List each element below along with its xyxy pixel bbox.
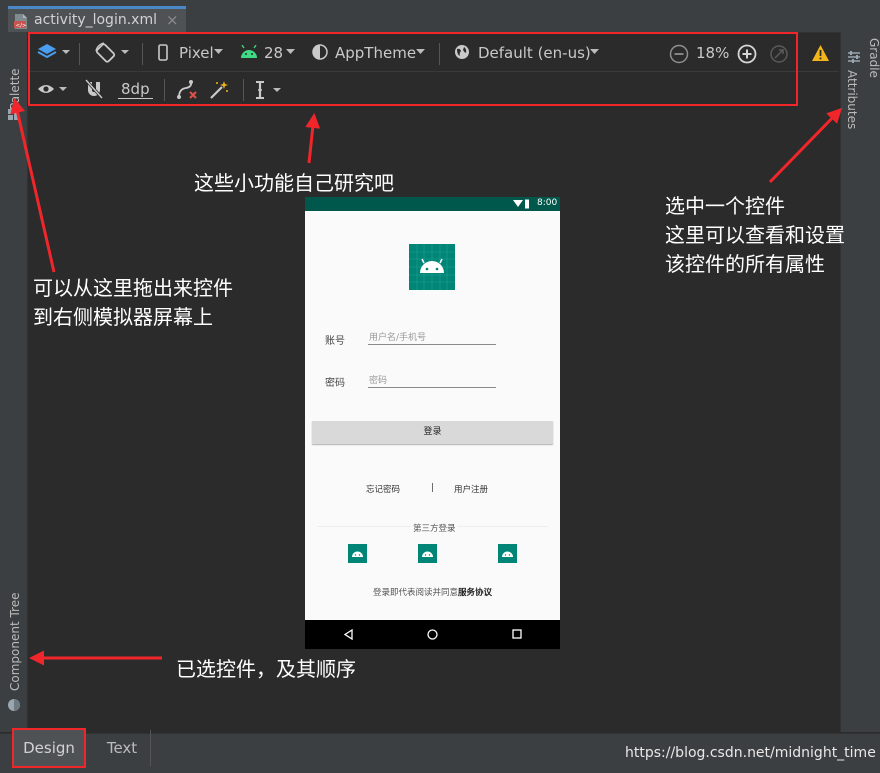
arrow-to-toolbar <box>305 113 321 164</box>
attributes-annotation-line-3: 该控件的所有属性 <box>665 252 825 276</box>
arrow-to-palette <box>10 98 56 273</box>
tab-design[interactable]: Design <box>14 730 84 766</box>
annotation-arrows <box>10 98 843 666</box>
palette-annotation: 可以从这里拖出来控件 到右侧模拟器屏幕上 <box>33 274 233 332</box>
palette-annotation-line-1: 可以从这里拖出来控件 <box>33 276 233 300</box>
arrow-to-attributes <box>768 107 843 184</box>
watermark: https://blog.csdn.net/midnight_time <box>625 745 876 761</box>
attributes-annotation-line-1: 选中一个控件 <box>665 194 785 218</box>
attributes-annotation-line-2: 这里可以查看和设置 <box>665 223 845 247</box>
attributes-annotation: 选中一个控件 这里可以查看和设置 该控件的所有属性 <box>665 192 845 279</box>
toolbar-annotation: 这些小功能自己研究吧 <box>194 171 394 195</box>
palette-annotation-line-2: 到右侧模拟器屏幕上 <box>33 305 213 329</box>
component-tree-annotation: 已选控件，及其顺序 <box>176 657 356 681</box>
tab-text[interactable]: Text <box>94 730 151 766</box>
